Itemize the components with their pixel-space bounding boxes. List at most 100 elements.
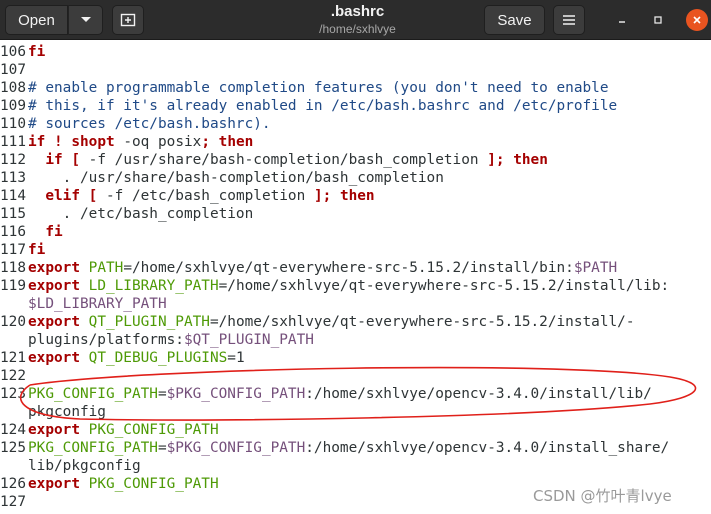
code-line[interactable]: 119 export LD_LIBRARY_PATH=/home/sxhlvye/… — [0, 277, 669, 295]
code-token: ! — [54, 134, 63, 150]
save-button[interactable]: Save — [484, 5, 545, 35]
code-token: fi — [45, 224, 63, 240]
file-name: .bashrc — [330, 3, 385, 20]
open-button[interactable]: Open — [5, 5, 68, 35]
code-token: LD_LIBRARY_PATH — [88, 278, 219, 294]
code-line[interactable]: 120 export QT_PLUGIN_PATH=/home/sxhlvye/q… — [0, 313, 634, 331]
chevron-down-icon — [80, 17, 91, 22]
code-token: elif — [45, 188, 80, 204]
code-token: PKG_CONFIG_PATH — [28, 440, 158, 456]
window-title: .bashrc /home/sxhlvye — [250, 3, 465, 37]
code-token: shopt — [71, 134, 115, 150]
line-number: 109 — [0, 98, 26, 114]
code-token: PATH — [88, 260, 124, 276]
code-token: if — [45, 152, 63, 168]
line-number: 108 — [0, 80, 26, 96]
open-dropdown-button[interactable] — [68, 5, 103, 35]
code-token: fi — [28, 44, 46, 60]
code-line[interactable]: 114 elif [ -f /etc/bash_completion ]; th… — [0, 187, 375, 205]
code-line[interactable]: 117 fi — [0, 241, 45, 259]
code-token: then — [339, 188, 375, 204]
code-token: export — [28, 476, 80, 492]
code-token: fi — [28, 242, 46, 258]
code-line[interactable]: $LD_LIBRARY_PATH — [0, 295, 167, 313]
minimize-button[interactable] — [612, 10, 632, 30]
header-bar: Open .bashrc /home/sxhlvye Save — [0, 0, 711, 40]
code-token: $PATH — [573, 260, 618, 276]
line-number: 119 — [0, 278, 26, 294]
code-token: =1 — [227, 350, 245, 366]
close-icon — [693, 16, 701, 24]
line-number: 126 — [0, 476, 26, 492]
code-line[interactable]: 121 export QT_DEBUG_PLUGINS=1 — [0, 349, 245, 367]
code-line[interactable]: 112 if [ -f /usr/share/bash-completion/b… — [0, 151, 548, 169]
code-line[interactable]: 111 if ! shopt -oq posix; then — [0, 133, 253, 151]
code-token: -oq posix — [114, 134, 202, 150]
code-line[interactable]: 126 export PKG_CONFIG_PATH — [0, 475, 219, 493]
code-token: ]; — [487, 152, 505, 168]
code-token: export — [28, 278, 80, 294]
maximize-button[interactable] — [648, 10, 668, 30]
code-token: $LD_LIBRARY_PATH — [28, 296, 167, 312]
code-token: = — [157, 440, 167, 456]
code-line[interactable]: lib/pkgconfig — [0, 457, 141, 475]
line-number: 121 — [0, 350, 26, 366]
code-token: QT_PLUGIN_PATH — [88, 314, 210, 330]
code-line[interactable]: 116 fi — [0, 223, 63, 241]
code-token: $PKG_CONFIG_PATH — [166, 386, 306, 402]
code-line[interactable]: plugins/platforms:$QT_PLUGIN_PATH — [0, 331, 314, 349]
line-number: 112 — [0, 152, 26, 168]
code-token: =/home/sxhlvye/qt-everywhere-src-5.15.2/… — [218, 278, 670, 294]
line-number: 115 — [0, 206, 26, 222]
code-line[interactable]: 109 # this, if it's already enabled in /e… — [0, 97, 617, 115]
code-line[interactable]: 118 export PATH=/home/sxhlvye/qt-everywhe… — [0, 259, 617, 277]
code-line[interactable]: 113 . /usr/share/bash-completion/bash_co… — [0, 169, 444, 187]
line-number: 127 — [0, 494, 26, 510]
code-token: [ — [71, 152, 80, 168]
close-button[interactable] — [686, 9, 708, 31]
text-editor[interactable]: 106 fi 107 108 # enable programmable complet… — [0, 41, 711, 514]
line-number: 123 — [0, 386, 26, 402]
line-number: 120 — [0, 314, 26, 330]
code-line[interactable]: 108 # enable programmable completion feat… — [0, 79, 608, 97]
code-token: QT_DEBUG_PLUGINS — [88, 350, 228, 366]
code-token: lib/pkgconfig — [28, 458, 141, 474]
code-token: :/home/sxhlvye/opencv-3.4.0/install_shar… — [305, 440, 670, 456]
new-tab-button[interactable] — [112, 5, 144, 35]
code-line[interactable]: 115 . /etc/bash_completion — [0, 205, 253, 223]
code-line[interactable]: 110 # sources /etc/bash.bashrc). — [0, 115, 271, 133]
code-token: then — [513, 152, 548, 168]
code-token: # this, if it's already enabled in /etc/… — [28, 98, 618, 114]
code-token: $PKG_CONFIG_PATH — [166, 440, 306, 456]
code-token: -f /usr/share/bash-completion/bash_compl… — [80, 152, 488, 168]
line-number: 111 — [0, 134, 26, 150]
code-token: if — [28, 134, 46, 150]
code-token: =/home/sxhlvye/qt-everywhere-src-5.15.2/… — [209, 314, 635, 330]
line-number: 124 — [0, 422, 26, 438]
code-line[interactable]: 107 — [0, 61, 28, 79]
code-line[interactable]: 106 fi — [0, 43, 45, 61]
main-menu-button[interactable] — [553, 5, 585, 35]
code-line[interactable]: 125 PKG_CONFIG_PATH=$PKG_CONFIG_PATH:/hom… — [0, 439, 669, 457]
code-line[interactable]: 122 — [0, 367, 28, 385]
code-line[interactable]: 124 export PKG_CONFIG_PATH — [0, 421, 219, 439]
code-line[interactable]: 127 — [0, 493, 28, 511]
code-token: export — [28, 314, 80, 330]
line-number: 122 — [0, 368, 26, 384]
code-line[interactable]: 123 PKG_CONFIG_PATH=$PKG_CONFIG_PATH:/hom… — [0, 385, 652, 403]
line-number: 117 — [0, 242, 26, 258]
maximize-icon — [654, 16, 662, 24]
line-number: 118 — [0, 260, 26, 276]
code-line[interactable]: pkgconfig — [0, 403, 106, 421]
line-number: 110 — [0, 116, 26, 132]
